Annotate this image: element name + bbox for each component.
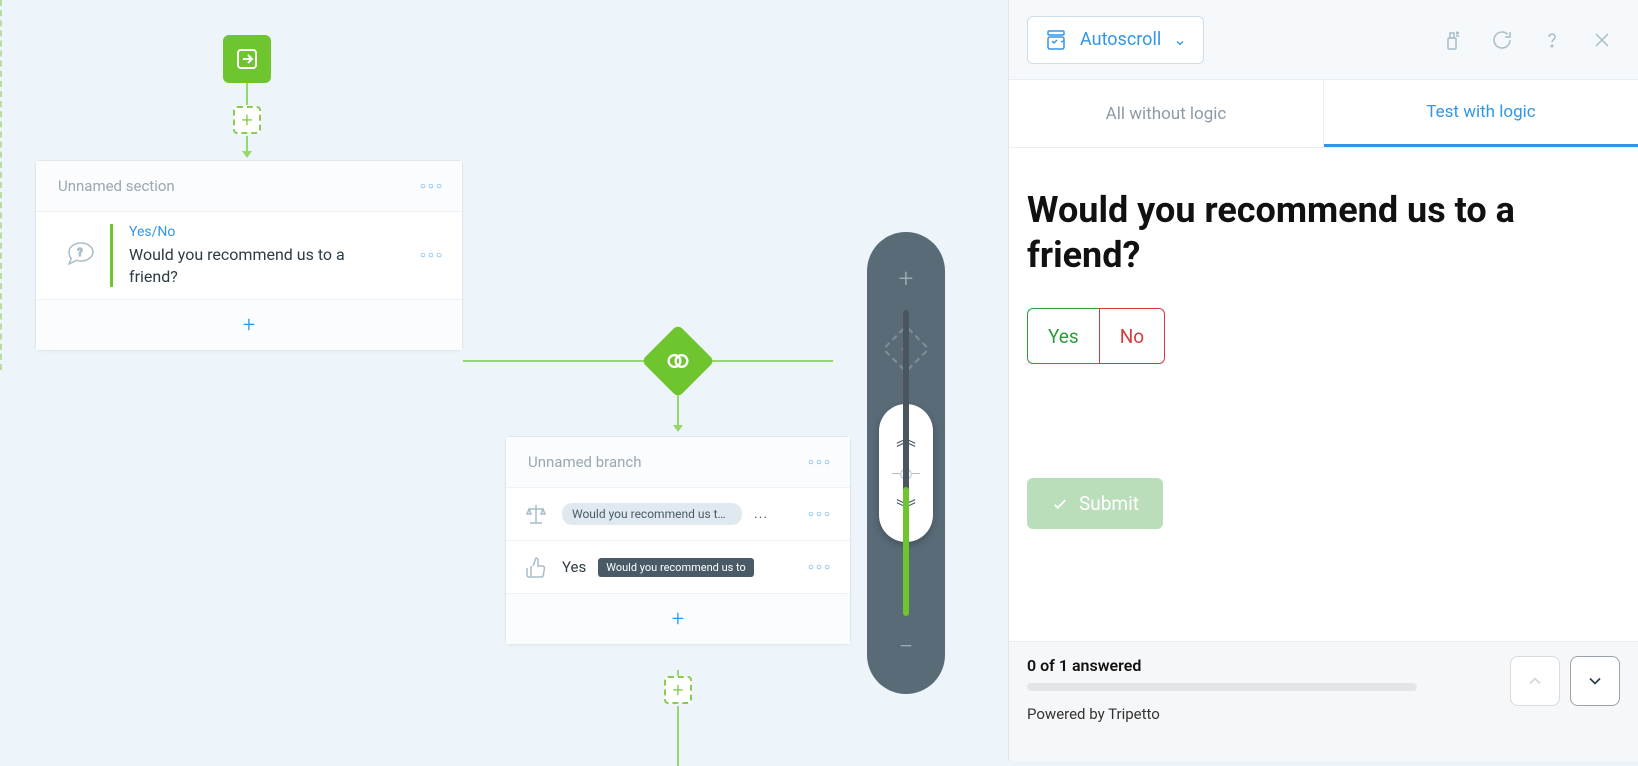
condition-pill: Would you recommend us to a frie... bbox=[562, 503, 742, 525]
zoom-fill bbox=[903, 487, 909, 616]
enter-icon bbox=[235, 47, 259, 71]
chat-icon: ? bbox=[58, 233, 104, 279]
close-icon bbox=[1590, 28, 1614, 52]
branch-header[interactable]: Unnamed branch ○○○ bbox=[506, 437, 850, 488]
tab-test-with-logic[interactable]: Test with logic bbox=[1324, 80, 1638, 147]
branch-card[interactable]: Unnamed branch ○○○ Would you recommend u… bbox=[505, 436, 851, 645]
nav-prev-button[interactable] bbox=[1510, 656, 1560, 706]
add-node-button[interactable]: + bbox=[233, 106, 261, 134]
nav-next-button[interactable] bbox=[1570, 656, 1620, 706]
zoom-track[interactable] bbox=[903, 310, 909, 616]
connector-line-dashed bbox=[0, 0, 2, 370]
preview-body: Would you recommend us to a friend? Yes … bbox=[1009, 148, 1638, 641]
tab-all-without-logic[interactable]: All without logic bbox=[1009, 80, 1324, 147]
autoscroll-icon bbox=[1044, 28, 1068, 52]
nav-buttons bbox=[1510, 656, 1620, 706]
question-more-button[interactable]: ○○○ bbox=[420, 250, 444, 261]
preview-toolbar: Autoscroll ⌄ bbox=[1009, 0, 1638, 80]
question-text: Would you recommend us to a friend? bbox=[129, 244, 359, 287]
branch-icon bbox=[664, 347, 692, 375]
chevron-down-icon bbox=[1585, 671, 1605, 691]
ellipsis-icon: ... bbox=[754, 506, 768, 522]
yes-button[interactable]: Yes bbox=[1027, 308, 1099, 364]
refresh-button[interactable] bbox=[1484, 22, 1520, 58]
arrowhead-icon bbox=[673, 425, 683, 432]
form-canvas[interactable]: + Unnamed section ○○○ ? Yes/No Would you… bbox=[0, 0, 1008, 761]
powered-by-text: Powered by Tripetto bbox=[1027, 705, 1620, 723]
plus-icon: + bbox=[672, 607, 684, 632]
branch-result-row[interactable]: Yes Would you recommend us to ○○○ bbox=[506, 541, 850, 594]
result-label: Yes bbox=[562, 558, 586, 576]
scales-icon bbox=[522, 500, 550, 528]
section-more-button[interactable]: ○○○ bbox=[420, 181, 444, 192]
chevron-down-icon: ⌄ bbox=[1173, 30, 1186, 49]
submit-button[interactable]: Submit bbox=[1027, 478, 1163, 529]
progress-bar bbox=[1027, 683, 1417, 691]
question-type-label: Yes/No bbox=[129, 224, 420, 240]
svg-text:?: ? bbox=[77, 246, 82, 259]
question-row[interactable]: ? Yes/No Would you recommend us to a fri… bbox=[36, 212, 462, 300]
branch-title: Unnamed branch bbox=[528, 453, 642, 471]
preview-question-title: Would you recommend us to a friend? bbox=[1027, 188, 1620, 278]
question-text-block: Yes/No Would you recommend us to a frien… bbox=[110, 224, 420, 287]
arrowhead-icon bbox=[242, 151, 252, 158]
check-icon bbox=[1051, 495, 1069, 513]
decision-node[interactable] bbox=[641, 324, 715, 398]
connector-line bbox=[246, 83, 248, 105]
spray-icon bbox=[1440, 28, 1464, 52]
branch-more-button[interactable]: ○○○ bbox=[808, 457, 832, 468]
yes-no-group: Yes No bbox=[1027, 308, 1165, 364]
plus-icon: + bbox=[243, 313, 255, 338]
autoscroll-button[interactable]: Autoscroll ⌄ bbox=[1027, 16, 1204, 64]
result-pill: Would you recommend us to bbox=[598, 558, 754, 577]
zoom-in-button[interactable]: + bbox=[899, 264, 914, 294]
preview-tabs: All without logic Test with logic bbox=[1009, 80, 1638, 148]
add-node-button[interactable]: + bbox=[664, 676, 692, 704]
section-header[interactable]: Unnamed section ○○○ bbox=[36, 161, 462, 212]
section-card[interactable]: Unnamed section ○○○ ? Yes/No Would you r… bbox=[35, 160, 463, 351]
zoom-slider[interactable]: + + ︽ ─◯─ ︾ − bbox=[867, 232, 945, 694]
autoscroll-label: Autoscroll bbox=[1080, 29, 1161, 50]
branch-condition-row[interactable]: Would you recommend us to a frie... ... … bbox=[506, 488, 850, 541]
zoom-out-button[interactable]: − bbox=[899, 632, 914, 662]
section-add-button[interactable]: + bbox=[36, 300, 462, 350]
chevron-up-icon bbox=[1525, 671, 1545, 691]
start-node[interactable] bbox=[223, 35, 271, 83]
spray-button[interactable] bbox=[1434, 22, 1470, 58]
help-icon bbox=[1540, 28, 1564, 52]
branch-add-button[interactable]: + bbox=[506, 594, 850, 644]
preview-footer: 0 of 1 answered Powered by Tripetto bbox=[1009, 641, 1638, 761]
thumbs-up-icon bbox=[522, 553, 550, 581]
connector-line bbox=[677, 706, 679, 766]
result-more-button[interactable]: ○○○ bbox=[808, 562, 832, 573]
no-button[interactable]: No bbox=[1099, 308, 1165, 364]
refresh-icon bbox=[1490, 28, 1514, 52]
help-button[interactable] bbox=[1534, 22, 1570, 58]
section-title: Unnamed section bbox=[58, 177, 175, 195]
preview-panel: Autoscroll ⌄ All without logic Test with… bbox=[1008, 0, 1638, 761]
close-button[interactable] bbox=[1584, 22, 1620, 58]
condition-more-button[interactable]: ○○○ bbox=[808, 509, 832, 520]
